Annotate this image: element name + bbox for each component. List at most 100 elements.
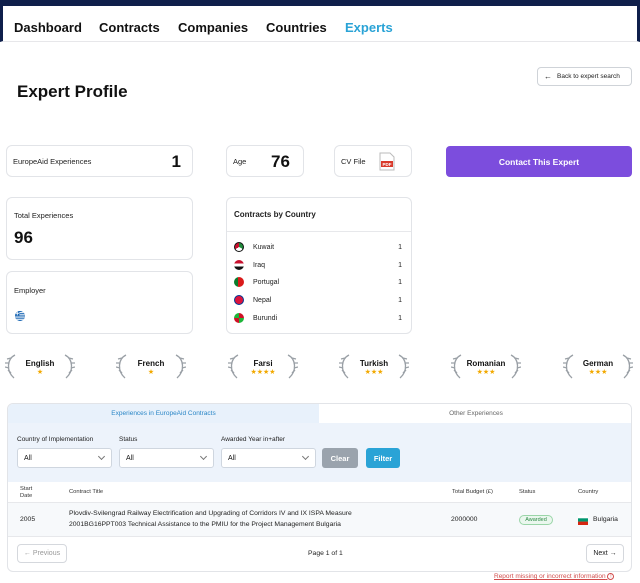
laurel-right-icon [622, 354, 633, 379]
divider [227, 231, 411, 232]
col-country[interactable]: Country [578, 489, 598, 495]
row-title-line2[interactable]: 2001BG16PPT003 Technical Assistance to t… [69, 521, 341, 528]
col-budget[interactable]: Total Budget (£) [452, 489, 493, 495]
country-select[interactable]: All [17, 448, 112, 468]
page-title: Expert Profile [17, 82, 128, 101]
report-issue-link[interactable]: Report missing or incorrect information … [494, 573, 615, 580]
laurel-left-icon [228, 354, 239, 379]
col-start-date[interactable]: Start Date [20, 486, 42, 500]
chevron-down-icon [199, 452, 208, 461]
divider [8, 536, 631, 537]
nav-experts[interactable]: Experts [345, 20, 393, 35]
country-name: Portugal [253, 278, 280, 286]
status-select[interactable]: All [119, 448, 214, 468]
europeaid-value: 1 [171, 152, 181, 171]
nav-contracts[interactable]: Contracts [99, 20, 160, 35]
laurel-right-icon [175, 354, 186, 379]
country-name: Nepal [253, 296, 272, 304]
alert-icon: ! [607, 573, 615, 580]
language-badge: Farsi ★★★★ [228, 353, 298, 381]
country-count: 1 [398, 278, 402, 286]
status-filter-label: Status [119, 436, 138, 443]
pdf-file-icon[interactable]: PDF [379, 152, 395, 171]
cv-label: CV File [341, 157, 366, 166]
chevron-down-icon [97, 452, 106, 461]
col-contract-title[interactable]: Contract Title [69, 489, 103, 495]
tab-other-experiences[interactable]: Other Experiences [319, 404, 631, 423]
language-badge: Romanian ★★★ [451, 353, 521, 381]
contact-expert-button[interactable]: Contact This Expert [446, 146, 632, 177]
country-name: Burundi [253, 314, 278, 322]
laurel-right-icon [510, 354, 521, 379]
next-page-button[interactable]: Next → [586, 544, 624, 563]
age-label: Age [233, 157, 247, 166]
country-count: 1 [398, 296, 402, 304]
laurel-left-icon [339, 354, 350, 379]
country-count: 1 [398, 261, 402, 269]
country-row: Iraq 1 [234, 259, 406, 271]
back-to-search-button[interactable]: ← Back to expert search [537, 67, 632, 86]
experiences-panel: Experiences in EuropeAid Contracts Other… [7, 403, 632, 572]
bulgaria-flag-icon [578, 515, 588, 525]
age-value: 76 [271, 152, 290, 171]
svg-text:PDF: PDF [383, 162, 392, 167]
status-select-value: All [126, 454, 134, 462]
country-count: 1 [398, 314, 402, 322]
filter-button[interactable]: Filter [366, 448, 400, 468]
employer-label: Employer [14, 286, 46, 295]
row-country: Bulgaria [593, 516, 618, 523]
laurel-left-icon [563, 354, 574, 379]
report-link-label: Report missing or incorrect information [494, 573, 606, 580]
status-badge: Awarded [519, 515, 553, 525]
row-budget: 2000000 [451, 516, 478, 523]
clear-button[interactable]: Clear [322, 448, 358, 468]
top-nav: Dashboard Contracts Companies Countries … [0, 6, 640, 42]
total-experiences-value: 96 [14, 228, 33, 247]
country-count: 1 [398, 243, 402, 251]
language-badge: French ★ [116, 353, 186, 381]
cv-file-card: CV File PDF [334, 145, 412, 177]
burundi-flag-icon [234, 313, 244, 323]
year-select-value: All [228, 454, 236, 462]
laurel-right-icon [398, 354, 409, 379]
laurel-right-icon [287, 354, 298, 379]
tab-europeaid-experiences[interactable]: Experiences in EuropeAid Contracts [8, 404, 319, 423]
arrow-left-icon: ← [544, 72, 552, 81]
nav-companies[interactable]: Companies [178, 20, 248, 35]
greece-flag-icon [15, 311, 25, 321]
europeaid-experiences-card: EuropeAid Experiences 1 [6, 145, 193, 177]
country-select-value: All [24, 454, 32, 462]
previous-page-button[interactable]: ← Previous [17, 544, 67, 563]
europeaid-label: EuropeAid Experiences [13, 157, 92, 166]
row-title-line1[interactable]: Plovdiv-Svilengrad Railway Electrificati… [69, 510, 352, 517]
laurel-right-icon [64, 354, 75, 379]
laurel-left-icon [116, 354, 127, 379]
year-select[interactable]: All [221, 448, 316, 468]
laurel-left-icon [451, 354, 462, 379]
col-status[interactable]: Status [519, 489, 535, 495]
country-name: Kuwait [253, 243, 275, 251]
country-row: Portugal 1 [234, 276, 406, 288]
kuwait-flag-icon [234, 242, 244, 252]
total-experiences-label: Total Experiences [14, 211, 74, 220]
page-info: Page 1 of 1 [308, 550, 343, 557]
row-start-date: 2005 [20, 516, 36, 523]
iraq-flag-icon [234, 260, 244, 270]
employer-card: Employer [6, 271, 193, 334]
nepal-flag-icon [234, 295, 244, 305]
contracts-by-country-title: Contracts by Country [234, 210, 316, 219]
age-card: Age 76 [226, 145, 304, 177]
country-row: Nepal 1 [234, 294, 406, 306]
language-badge: Turkish ★★★ [339, 353, 409, 381]
country-row: Burundi 1 [234, 312, 406, 324]
nav-dashboard[interactable]: Dashboard [14, 20, 82, 35]
nav-countries[interactable]: Countries [266, 20, 327, 35]
country-name: Iraq [253, 261, 266, 269]
portugal-flag-icon [234, 277, 244, 287]
country-filter-label: Country of Implementation [17, 436, 94, 443]
total-experiences-card: Total Experiences 96 [6, 197, 193, 260]
laurel-left-icon [5, 354, 16, 379]
language-badge: German ★★★ [563, 353, 633, 381]
language-badge: English ★ [5, 353, 75, 381]
country-row: Kuwait 1 [234, 241, 406, 253]
